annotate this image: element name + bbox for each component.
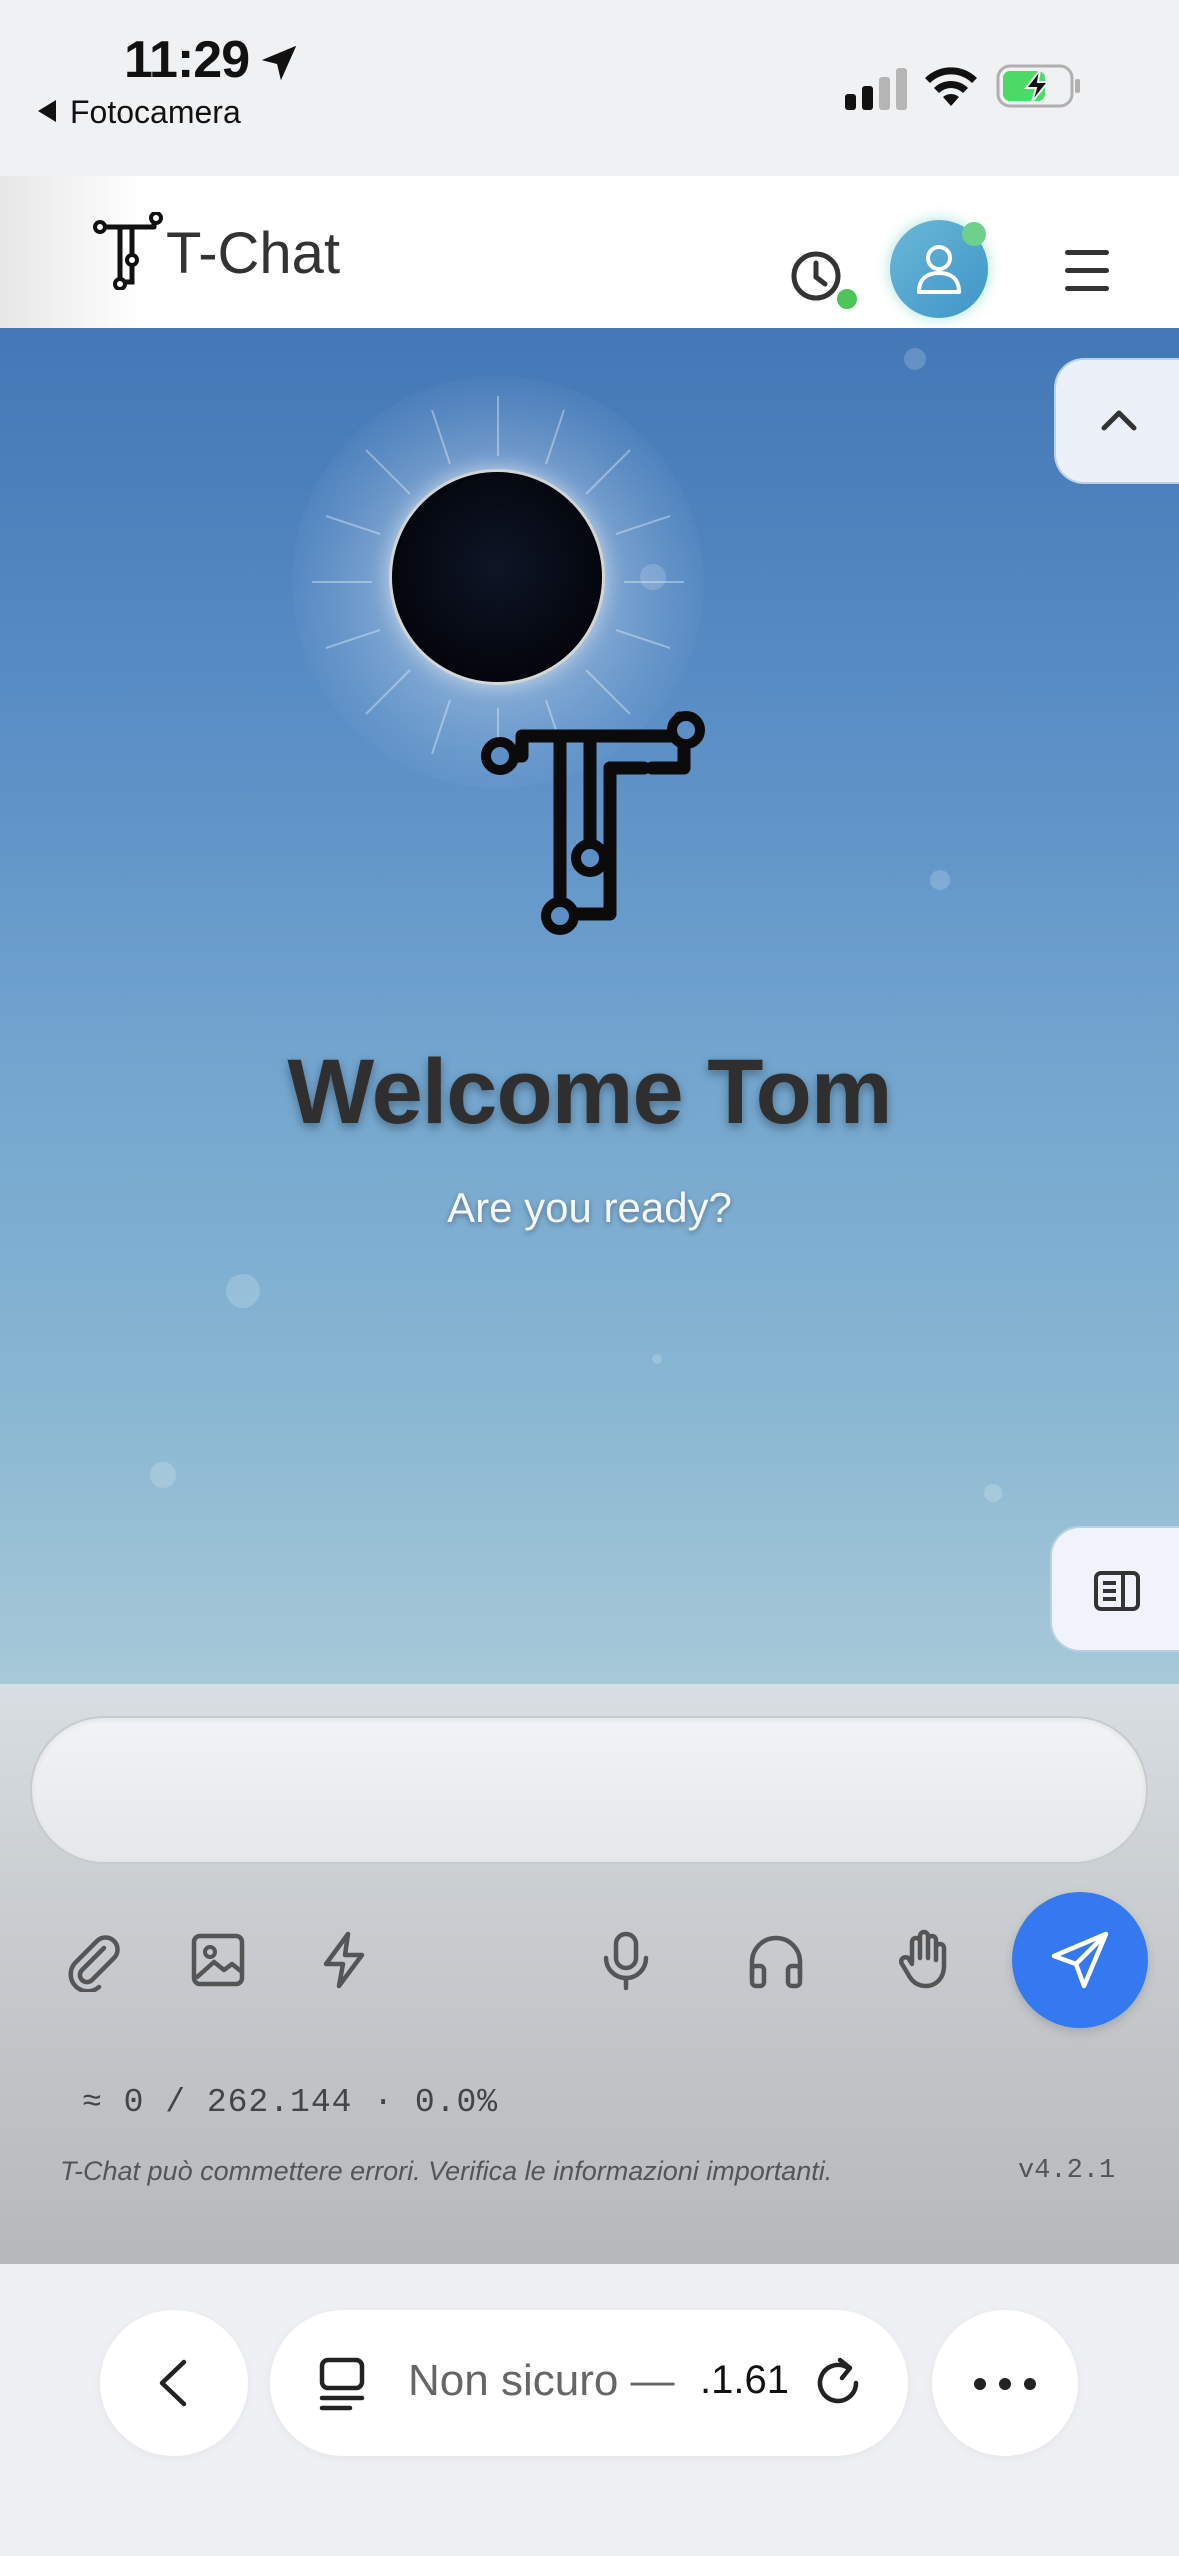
decorative-bubble — [226, 1274, 260, 1308]
menu-icon[interactable] — [1060, 250, 1114, 296]
chevron-left-icon — [159, 2359, 187, 2407]
headphones-icon[interactable] — [744, 1928, 808, 1992]
disclaimer-text: T-Chat può commettere errori. Verifica l… — [60, 2156, 833, 2186]
decorative-bubble — [150, 1462, 176, 1488]
back-app-label: Fotocamera — [70, 94, 241, 130]
send-button[interactable] — [1012, 1892, 1148, 2028]
version-label: v4.2.1 — [1018, 2156, 1116, 2186]
chat-input[interactable] — [30, 1716, 1148, 1864]
reader-icon[interactable] — [316, 2356, 368, 2412]
microphone-icon[interactable] — [594, 1928, 658, 1992]
welcome-subtitle: Are you ready? — [447, 1184, 732, 1231]
location-arrow-icon — [261, 45, 297, 81]
welcome-hero: Welcome Tom Are you ready? — [0, 328, 1179, 1684]
hand-icon[interactable] — [892, 1928, 956, 1992]
sidebar-panel-icon — [1094, 1571, 1140, 1611]
logo-icon[interactable] — [92, 212, 166, 290]
browser-toolbar: Non sicuro — .1.61 — [0, 2264, 1179, 2556]
wifi-icon — [925, 67, 977, 106]
cellular-signal-icon — [845, 68, 907, 110]
chat-composer: ≈ 0 / 262.144 · 0.0% T-Chat può commette… — [0, 1684, 1179, 2264]
status-bar: 11:29 Fotocamera — [0, 0, 1179, 176]
send-icon — [1051, 1931, 1109, 1989]
user-icon — [917, 245, 961, 294]
battery-charging-icon — [996, 64, 1080, 108]
browser-back-button[interactable] — [100, 2310, 248, 2456]
logo-icon — [481, 711, 705, 935]
side-panel-button[interactable] — [1050, 1526, 1179, 1652]
status-time: 11:29 — [124, 31, 250, 89]
bolt-icon[interactable] — [312, 1928, 376, 1992]
address-bar[interactable]: Non sicuro — .1.61 — [270, 2310, 908, 2456]
scroll-top-button[interactable] — [1054, 358, 1179, 484]
online-status-dot — [962, 222, 986, 246]
decorative-bubble — [930, 870, 950, 890]
decorative-bubble — [652, 1354, 662, 1364]
app-title[interactable]: T-Chat — [166, 220, 340, 287]
decorative-bubble — [904, 348, 926, 370]
more-icon[interactable] — [932, 2310, 1078, 2456]
url-security-label: Non sicuro — — [408, 2356, 675, 2405]
welcome-heading: Welcome Tom — [287, 1041, 892, 1143]
back-to-app-link[interactable]: Fotocamera — [38, 94, 241, 131]
url-host: .1.61 — [700, 2358, 789, 2402]
eclipse-sun-image — [392, 472, 602, 682]
app-header: T-Chat — [0, 176, 1179, 328]
reload-icon[interactable] — [810, 2354, 868, 2412]
decorative-bubble — [984, 1484, 1002, 1502]
history-status-dot — [834, 286, 860, 312]
token-counter: ≈ 0 / 262.144 · 0.0% — [82, 2084, 499, 2121]
back-triangle-icon — [38, 100, 56, 122]
paperclip-icon[interactable] — [60, 1928, 124, 1992]
chevron-up-icon — [1101, 410, 1137, 431]
image-icon[interactable] — [186, 1928, 250, 1992]
